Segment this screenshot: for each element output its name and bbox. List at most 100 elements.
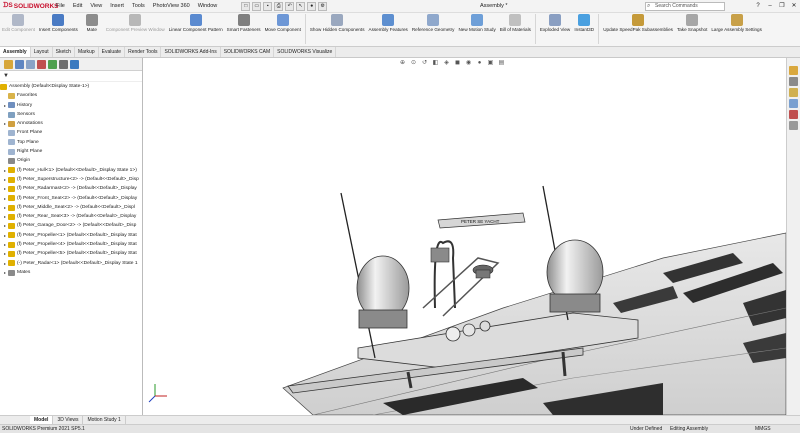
- tree-item[interactable]: ▸ (f) Peter_Propeller<1> (Default<<Defaul…: [0, 231, 142, 240]
- tree-item[interactable]: ▸ (f) Peter_Hull<1> (Default<<Default>_Di…: [0, 166, 142, 175]
- bottom-tab-motion-study-1[interactable]: Motion Study 1: [83, 416, 126, 424]
- tree-item[interactable]: ▸ (f) Peter_Radarmast<2> -> (Default<<Def…: [0, 184, 142, 193]
- tree-item[interactable]: ▸ (f) Peter_Propeller<4> (Default<<Defaul…: [0, 240, 142, 249]
- tree-item[interactable]: Top Plane: [0, 138, 142, 147]
- view-orientation-icon[interactable]: ◈: [442, 59, 451, 67]
- tree-node-icon: [8, 204, 15, 211]
- design-library-icon[interactable]: [789, 77, 798, 86]
- tree-item[interactable]: Origin: [0, 156, 142, 165]
- close-icon[interactable]: ✕: [788, 0, 800, 13]
- search-commands-input[interactable]: ⌕ Search Commands: [645, 2, 725, 11]
- tree-item[interactable]: ▸ (f) Peter_Garage_Door<2> -> (Default<<D…: [0, 221, 142, 230]
- tree-filter[interactable]: ▼: [0, 71, 142, 82]
- custom-properties-icon[interactable]: [789, 121, 798, 130]
- tab-sketch[interactable]: Sketch: [53, 47, 75, 57]
- tree-item[interactable]: ▸ (f) Peter_Middle_Seat<2> -> (Default<<D…: [0, 203, 142, 212]
- instant3d-button[interactable]: Instant3D: [572, 14, 596, 32]
- tree-item[interactable]: Sensors: [0, 110, 142, 119]
- tree-item[interactable]: Front Plane: [0, 128, 142, 137]
- edit-appearance-icon[interactable]: ●: [475, 59, 484, 67]
- zoom-to-fit-icon[interactable]: ⊕: [398, 59, 407, 67]
- view-palette-icon[interactable]: [789, 99, 798, 108]
- appearances-icon[interactable]: [789, 110, 798, 119]
- save-icon[interactable]: ▪: [263, 1, 273, 11]
- reference-geometry-button[interactable]: Reference Geometry: [410, 14, 457, 32]
- component-preview-window-button[interactable]: Component Preview Window: [104, 14, 167, 32]
- display-style-icon[interactable]: ◼: [453, 59, 462, 67]
- configuration-manager-tab-icon[interactable]: [26, 59, 35, 69]
- insert-components-button[interactable]: Insert Components: [37, 14, 80, 32]
- tab-layout[interactable]: Layout: [31, 47, 53, 57]
- tree-item[interactable]: ▸ (f) Peter_Propeller<5> (Default<<Defaul…: [0, 249, 142, 258]
- rebuild-icon[interactable]: ●: [307, 1, 317, 11]
- edit-component-button[interactable]: Edit Component: [0, 14, 37, 32]
- tab-render-tools[interactable]: Render Tools: [125, 47, 162, 57]
- menu-item-view[interactable]: View: [86, 0, 106, 13]
- menu-item-photoview-360[interactable]: PhotoView 360: [149, 0, 194, 13]
- dimxpert-tab-icon[interactable]: [37, 59, 46, 69]
- minimize-icon[interactable]: –: [764, 0, 776, 13]
- section-view-icon[interactable]: ◧: [431, 59, 440, 67]
- status-units[interactable]: MMGS: [755, 425, 771, 433]
- select-icon[interactable]: ↖: [296, 1, 306, 11]
- menu-item-edit[interactable]: Edit: [69, 0, 86, 13]
- update-speedpak-subassemblies-button[interactable]: Update SpeedPak Subassemblies: [601, 14, 675, 32]
- tab-solidworks-visualize[interactable]: SOLIDWORKS Visualize: [274, 47, 337, 57]
- large-assembly-settings-button[interactable]: Large Assembly Settings: [709, 14, 764, 32]
- new-motion-study-button[interactable]: New Motion Study: [456, 14, 497, 32]
- tree-item[interactable]: ▸ History: [0, 101, 142, 110]
- show-hidden-components-button[interactable]: Show Hidden Components: [308, 14, 367, 32]
- property-manager-tab-icon[interactable]: [15, 59, 24, 69]
- tab-evaluate[interactable]: Evaluate: [99, 47, 126, 57]
- bottom-tab-model[interactable]: Model: [30, 416, 54, 424]
- solidworks-resources-icon[interactable]: [789, 66, 798, 75]
- tab-assembly[interactable]: Assembly: [0, 47, 31, 57]
- tab-markup[interactable]: Markup: [75, 47, 99, 57]
- bottom-tab-3d-views[interactable]: 3D Views: [53, 416, 84, 424]
- hide-show-icon[interactable]: ◉: [464, 59, 473, 67]
- restore-icon[interactable]: ❐: [776, 0, 788, 13]
- take-snapshot-button[interactable]: Take Snapshot: [675, 14, 709, 32]
- tree-item[interactable]: ▸ Mates: [0, 268, 142, 277]
- tree-item[interactable]: ▸ (f) Peter_Superstructure<2> -> (Default…: [0, 175, 142, 184]
- file-explorer-icon[interactable]: [789, 88, 798, 97]
- previous-view-icon[interactable]: ↺: [420, 59, 429, 67]
- tree-item[interactable]: ▸ (f) Peter_Front_Seat<2> -> (Default<<De…: [0, 194, 142, 203]
- display-manager-tab-icon[interactable]: [48, 59, 57, 69]
- view-settings-icon[interactable]: ▤: [497, 59, 506, 67]
- tree-root[interactable]: Assembly (Default<Display State-1>): [0, 82, 142, 91]
- feature-manager-tab-icon[interactable]: [4, 59, 13, 69]
- print-icon[interactable]: ⎙: [274, 1, 284, 11]
- tree-item[interactable]: ▸ (f) Peter_Rear_Seat<3> -> (Default<<Def…: [0, 212, 142, 221]
- menu-item-window[interactable]: Window: [194, 0, 222, 13]
- options-icon[interactable]: ⚙: [318, 1, 328, 11]
- tree-item[interactable]: Right Plane: [0, 147, 142, 156]
- open-icon[interactable]: ▭: [252, 1, 262, 11]
- mate-button[interactable]: Mate: [80, 14, 104, 32]
- move-component-button[interactable]: Move Component: [263, 14, 303, 32]
- new-document-icon[interactable]: □: [241, 1, 251, 11]
- zoom-to-area-icon[interactable]: ⊙: [409, 59, 418, 67]
- tab-solidworks-cam[interactable]: SOLIDWORKS CAM: [221, 47, 275, 57]
- bill-of-materials-button[interactable]: Bill of Materials: [498, 14, 533, 32]
- tree-item[interactable]: Favorites: [0, 91, 142, 100]
- assembly-features-button[interactable]: Assembly Features: [367, 14, 410, 32]
- tab-solidworks-add-ins[interactable]: SOLIDWORKS Add-Ins: [161, 47, 221, 57]
- smart-fasteners-button[interactable]: Smart Fasteners: [225, 14, 263, 32]
- solidworks-logo[interactable]: ᗪS SOLIDWORKS: [0, 0, 59, 13]
- status-version: SOLIDWORKS Premium 2021 SP5.1: [2, 426, 85, 432]
- exploded-view-button[interactable]: Exploded View: [538, 14, 572, 32]
- undo-icon[interactable]: ↶: [285, 1, 295, 11]
- tree-item[interactable]: ▸ (-) Peter_Radar<1> (Default<<Default>_D…: [0, 259, 142, 268]
- tree-item[interactable]: ▸ Annotations: [0, 119, 142, 128]
- apply-scene-icon[interactable]: ▣: [486, 59, 495, 67]
- cam-tab-icon[interactable]: [59, 59, 68, 69]
- menu-item-file[interactable]: File: [52, 0, 69, 13]
- help-icon[interactable]: ?: [752, 0, 764, 13]
- menu-item-tools[interactable]: Tools: [128, 0, 149, 13]
- linear-component-pattern-button[interactable]: Linear Component Pattern: [167, 14, 225, 32]
- menu-item-insert[interactable]: Insert: [106, 0, 128, 13]
- visualize-tab-icon[interactable]: [70, 59, 79, 69]
- tree-item-label: (f) Peter_Superstructure<2> -> (Default<…: [17, 176, 139, 182]
- graphics-area[interactable]: ⊕ ⊙ ↺ ◧ ◈ ◼ ◉ ● ▣ ▤ PETER SE YACHT: [143, 58, 786, 415]
